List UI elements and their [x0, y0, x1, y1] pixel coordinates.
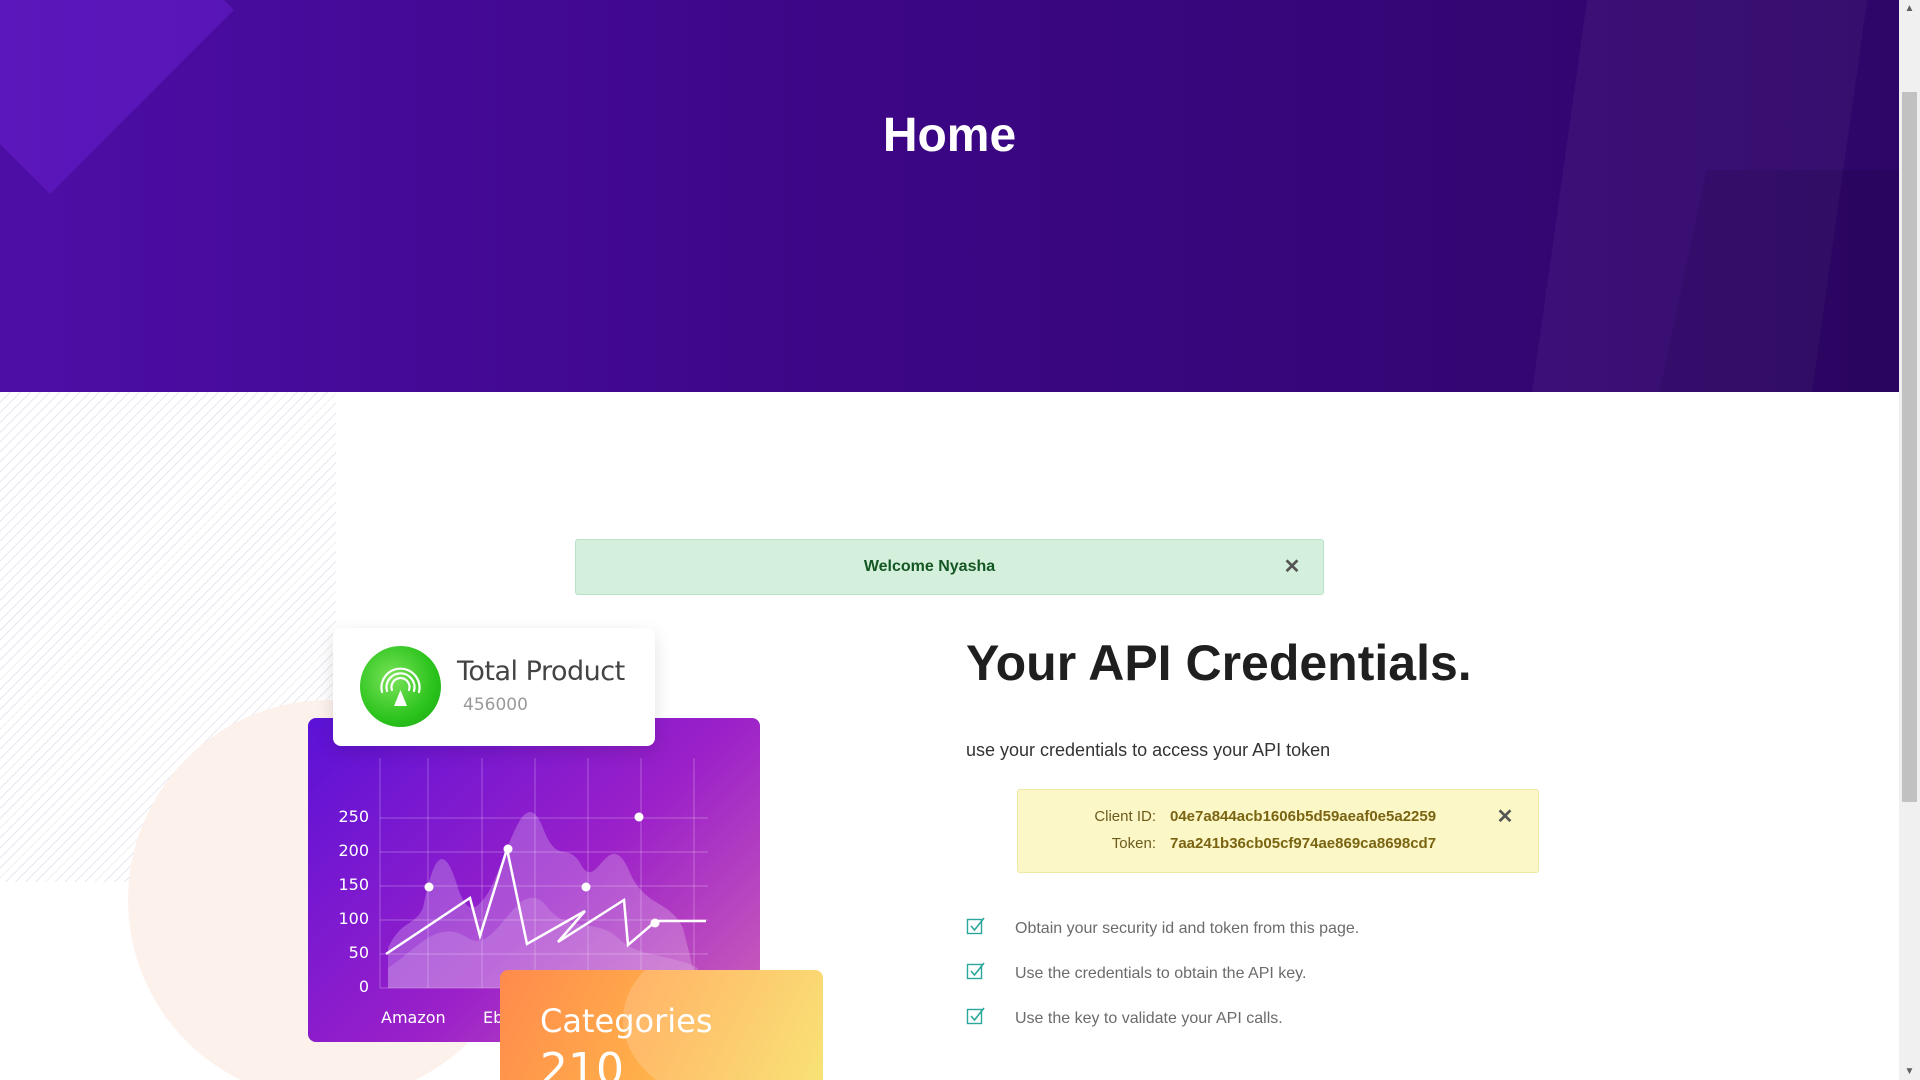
categories-card: Categories 210	[500, 970, 823, 1080]
scroll-up-arrow-icon[interactable]: ▲	[1899, 0, 1920, 17]
welcome-message: Welcome Nyasha	[863, 558, 996, 575]
signal-icon	[360, 646, 441, 727]
total-product-card: Total Product 456000	[333, 628, 655, 746]
checkbox-checked-icon	[966, 962, 985, 980]
y-tick-label: 0	[359, 977, 369, 996]
y-tick-label: 200	[338, 841, 369, 860]
total-product-label: Total Product	[457, 656, 625, 687]
credentials-alert: Client ID: 04e7a844acb1606b5d59aeaf0e5a22…	[1017, 789, 1539, 873]
token-label: Token:	[1111, 835, 1156, 852]
y-tick-label: 150	[338, 875, 369, 894]
page-viewport: Home Welcome Nyasha ✕ 250 200 150 100 50…	[0, 0, 1899, 1080]
hero-banner: Home	[0, 0, 1899, 392]
welcome-alert: Welcome Nyasha ✕	[575, 539, 1324, 595]
credentials-subtitle: use your credentials to access your API …	[966, 740, 1331, 760]
page-title: Home	[882, 109, 1017, 162]
categories-label: Categories	[540, 1002, 713, 1040]
client-id-label: Client ID:	[1094, 808, 1156, 825]
checklist-text: Use the key to validate your API calls.	[1015, 1010, 1283, 1027]
checkbox-checked-icon	[966, 1007, 985, 1025]
categories-value: 210	[540, 1044, 624, 1080]
x-tick-label: Amazon	[381, 1008, 446, 1027]
y-tick-label: 250	[338, 807, 369, 826]
checklist-text: Obtain your security id and token from t…	[1015, 920, 1360, 937]
y-tick-label: 50	[349, 943, 369, 962]
close-icon[interactable]: ✕	[1496, 807, 1514, 827]
total-product-value: 456000	[463, 695, 528, 715]
scrollbar-thumb[interactable]	[1902, 92, 1917, 802]
credentials-heading: Your API Credentials.	[966, 635, 1472, 691]
checklist-text: Use the credentials to obtain the API ke…	[1015, 965, 1307, 982]
vertical-scrollbar[interactable]: ▲ ▼	[1899, 0, 1920, 1080]
y-tick-label: 100	[338, 909, 369, 928]
client-id-row: Client ID: 04e7a844acb1606b5d59aeaf0e5a22…	[1018, 808, 1478, 825]
token-row: Token: 7aa241b36cb05cf974ae869ca8698cd7	[1018, 835, 1478, 852]
hero-decoration	[0, 0, 234, 194]
token-value: 7aa241b36cb05cf974ae869ca8698cd7	[1170, 835, 1437, 852]
scroll-down-arrow-icon[interactable]: ▼	[1899, 1063, 1920, 1080]
close-icon[interactable]: ✕	[1283, 557, 1301, 577]
checkbox-checked-icon	[966, 917, 985, 935]
client-id-value: 04e7a844acb1606b5d59aeaf0e5a2259	[1170, 808, 1437, 825]
